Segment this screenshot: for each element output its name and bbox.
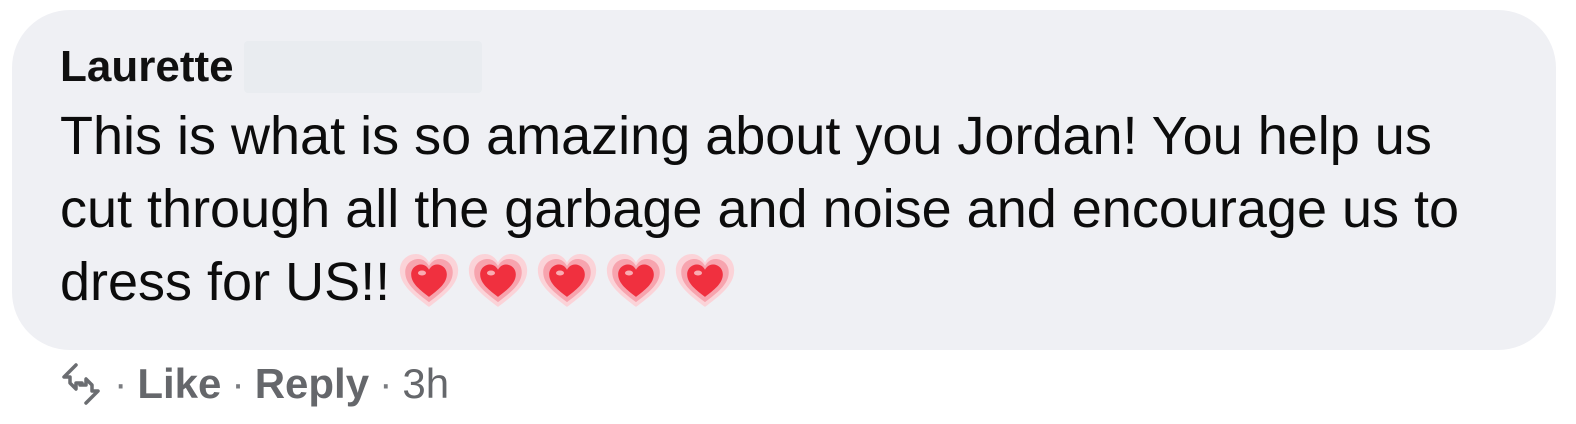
reply-button[interactable]: Reply [255,360,369,408]
separator: · [114,361,128,406]
comment-actions: · Like · Reply · 3h [58,356,449,412]
comment-body: This is what is so amazing about you Jor… [60,106,1460,312]
comment-bubble: Laurette This is what is so amazing abou… [12,10,1556,350]
growing-heart-icon [672,251,738,313]
growing-heart-icon [603,251,669,313]
separator: · [379,361,393,406]
author-row: Laurette [60,40,1508,94]
growing-heart-icon [534,251,600,313]
share-icon[interactable] [58,361,104,407]
author-name-redacted [243,41,482,93]
emoji-group [396,251,741,313]
author-name[interactable]: Laurette [60,40,234,94]
growing-heart-icon [396,251,462,313]
growing-heart-icon [465,251,531,313]
separator: · [231,361,245,406]
timestamp[interactable]: 3h [402,360,449,408]
comment-text: This is what is so amazing about you Jor… [60,100,1500,319]
like-button[interactable]: Like [137,360,221,408]
